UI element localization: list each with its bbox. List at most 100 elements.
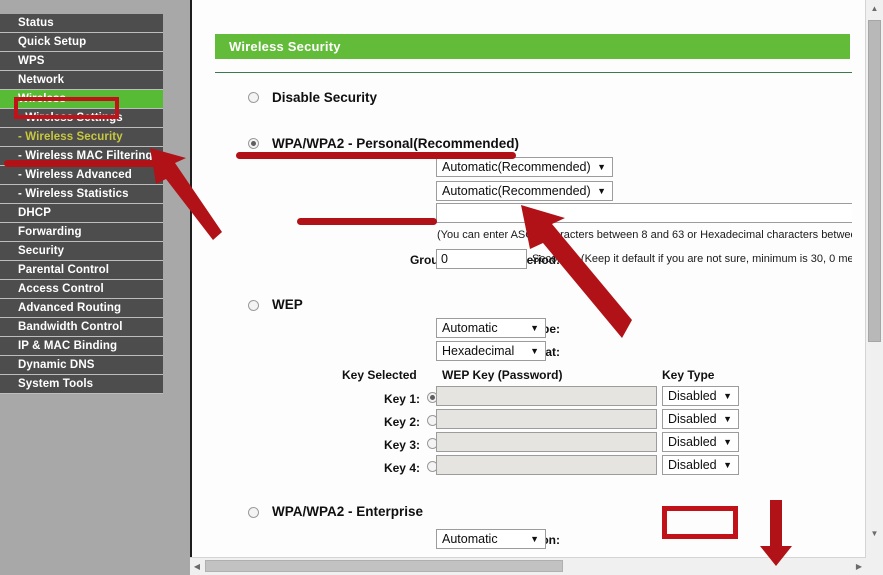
chevron-down-icon: ▼ [723,460,732,470]
sidebar-item-status[interactable]: Status [0,14,163,33]
select-enterprise-version[interactable]: Automatic ▼ [436,529,546,549]
chevron-down-icon: ▼ [597,186,606,196]
chevron-down-icon: ▼ [530,323,539,333]
chevron-down-icon: ▼ [530,534,539,544]
sidebar-item-label: Bandwidth Control [18,321,123,333]
select-key-type-3[interactable]: Disabled ▼ [662,432,739,452]
annotation-underline-wireless-security [4,160,156,167]
sidebar-item-ip-mac-binding[interactable]: IP & MAC Binding [0,337,163,356]
sidebar-item-access-control[interactable]: Access Control [0,280,163,299]
sidebar-item-label: DHCP [18,207,51,219]
horizontal-scrollbar[interactable]: ◀ ▶ [190,557,866,575]
sidebar-item-label: - Wireless Advanced [18,169,132,181]
radio-disable-security[interactable] [248,92,259,103]
label-key-1: Key 1: [383,392,420,406]
label-disable-security: Disable Security [272,90,378,105]
input-wep-key-2[interactable] [436,409,657,429]
select-key-type-2[interactable]: Disabled ▼ [662,409,739,429]
label-key-3: Key 3: [383,438,420,452]
page-title: Wireless Security [215,34,850,59]
scroll-up-icon[interactable]: ▲ [866,0,883,17]
sidebar-item-bandwidth-control[interactable]: Bandwidth Control [0,318,163,337]
label-wpa-wpa2-enterprise: WPA/WPA2 - Enterprise [272,504,424,519]
sidebar-item-network[interactable]: Network [0,71,163,90]
input-group-key-update-period[interactable]: 0 [436,249,527,269]
scroll-down-icon[interactable]: ▼ [866,525,883,542]
scroll-right-icon[interactable]: ▶ [852,558,866,575]
sidebar-item-label: Network [18,74,65,86]
sidebar-item-label: Advanced Routing [18,302,122,314]
annotation-underline-wpa-personal [236,152,516,159]
sidebar-item-security[interactable]: Security [0,242,163,261]
sidebar-item-system-tools[interactable]: System Tools [0,375,163,394]
column-header-wep-key: WEP Key (Password) [442,368,563,382]
select-key-type-3-value: Disabled [668,435,717,449]
sidebar-item-quick-setup[interactable]: Quick Setup [0,33,163,52]
content-scroll-region: Wireless Security Disable Security WPA/W… [192,0,852,552]
hint-group-key-update-period: Seconds. (Keep it default if you are not… [532,253,852,265]
horizontal-scrollbar-thumb[interactable] [205,560,563,572]
select-key-type-1-value: Disabled [668,389,717,403]
select-key-type-4-value: Disabled [668,458,717,472]
select-wep-type-value: Automatic [442,321,498,335]
sidebar-item-wps[interactable]: WPS [0,52,163,71]
sidebar-item-advanced-routing[interactable]: Advanced Routing [0,299,163,318]
sidebar-item-label: Security [18,245,65,257]
label-key-2: Key 2: [383,415,420,429]
select-wpa-version-value: Automatic(Recommended) [442,160,591,174]
sidebar-item-dhcp[interactable]: DHCP [0,204,163,223]
router-admin-screenshot: Status Quick Setup WPS Network Wireless … [0,0,883,575]
column-header-key-selected: Key Selected [342,368,417,382]
select-wpa-encryption-value: Automatic(Recommended) [442,184,591,198]
select-key-type-1[interactable]: Disabled ▼ [662,386,739,406]
input-wep-key-4[interactable] [436,455,657,475]
vertical-scrollbar[interactable]: ▲ ▼ [865,0,883,575]
label-wep: WEP [272,297,303,312]
sidebar-item-label: IP & MAC Binding [18,340,118,352]
hint-wireless-password: (You can enter ASCII characters between … [437,229,852,241]
input-wep-key-3[interactable] [436,432,657,452]
select-wpa-encryption[interactable]: Automatic(Recommended) ▼ [436,181,613,201]
scroll-left-icon[interactable]: ◀ [190,558,204,575]
sidebar-item-wireless-advanced[interactable]: - Wireless Advanced [0,166,163,185]
chevron-down-icon: ▼ [723,414,732,424]
select-key-type-4[interactable]: Disabled ▼ [662,455,739,475]
top-gray-strip [0,0,190,14]
input-group-key-value: 0 [441,252,448,266]
input-wireless-password[interactable] [436,203,852,223]
sidebar-item-wireless-security[interactable]: - Wireless Security [0,128,163,147]
sidebar-item-label: System Tools [18,378,94,390]
radio-wpa-wpa2-enterprise[interactable] [248,507,259,518]
select-wep-key-format-value: Hexadecimal [442,344,515,358]
sidebar-item-label: Forwarding [18,226,82,238]
sidebar-item-dynamic-dns[interactable]: Dynamic DNS [0,356,163,375]
sidebar-item-wireless-statistics[interactable]: - Wireless Statistics [0,185,163,204]
sidebar-item-label: Quick Setup [18,36,87,48]
chevron-down-icon: ▼ [530,346,539,356]
label-key-4: Key 4: [383,461,420,475]
select-wep-type[interactable]: Automatic ▼ [436,318,546,338]
sidebar-item-label: Parental Control [18,264,110,276]
column-header-key-type: Key Type [662,368,715,382]
title-divider [215,72,852,73]
input-wep-key-1[interactable] [436,386,657,406]
sidebar-navigation: Status Quick Setup WPS Network Wireless … [0,14,163,394]
sidebar-item-forwarding[interactable]: Forwarding [0,223,163,242]
sidebar-item-label: Dynamic DNS [18,359,95,371]
sidebar-item-label: - Wireless Security [18,131,123,143]
sidebar-item-label: - Wireless Statistics [18,188,129,200]
radio-wpa-wpa2-personal[interactable] [248,138,259,149]
radio-wep[interactable] [248,300,259,311]
sidebar-item-label: Status [18,17,54,29]
chevron-down-icon: ▼ [723,437,732,447]
sidebar-item-parental-control[interactable]: Parental Control [0,261,163,280]
label-wpa-wpa2-personal: WPA/WPA2 - Personal(Recommended) [272,136,520,151]
sidebar-item-label: Access Control [18,283,104,295]
select-wep-key-format[interactable]: Hexadecimal ▼ [436,341,546,361]
sidebar-item-label: WPS [18,55,45,67]
annotation-box-wireless [14,97,119,119]
select-wpa-version[interactable]: Automatic(Recommended) ▼ [436,157,613,177]
chevron-down-icon: ▼ [723,391,732,401]
annotation-box-save [662,506,738,539]
vertical-scrollbar-thumb[interactable] [868,20,881,342]
